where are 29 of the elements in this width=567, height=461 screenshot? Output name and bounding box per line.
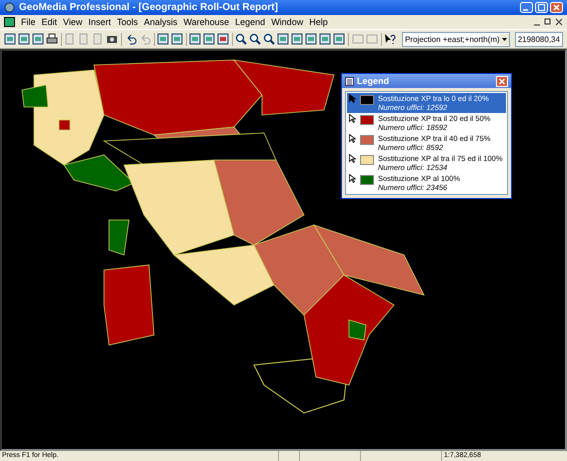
pointer-icon (349, 94, 356, 103)
camera-icon[interactable] (106, 33, 118, 45)
menu-item[interactable]: Edit (42, 17, 58, 27)
menu-item[interactable]: Insert (88, 17, 111, 27)
close-button[interactable] (496, 76, 508, 86)
pointer-icon (349, 114, 356, 123)
menu-item[interactable]: Warehouse (183, 17, 230, 27)
list-icon (345, 76, 354, 86)
pointer-icon (349, 154, 356, 163)
print-icon[interactable] (46, 33, 58, 45)
menu-item[interactable]: File (21, 17, 36, 27)
close-button[interactable] (550, 2, 563, 13)
menu-item[interactable]: Legend (235, 17, 266, 27)
projection-dropdown[interactable]: Projection +east;+north(m) (402, 32, 510, 46)
legend-title: Legend (357, 76, 390, 86)
window-title: GeoMedia Professional - [Geographic Roll-Out Report] (19, 2, 279, 13)
minimize-button[interactable] (520, 2, 533, 13)
menu-item[interactable]: View (63, 17, 82, 27)
help-icon[interactable] (384, 33, 396, 45)
maximize-button[interactable] (535, 2, 548, 13)
coordinate-field[interactable]: 2198080,34 (514, 32, 563, 46)
menu-item[interactable]: Tools (116, 17, 138, 27)
app-logo-icon (4, 2, 15, 13)
pointer-icon (349, 134, 356, 143)
menu-item[interactable]: Window (271, 17, 304, 27)
pointer-icon (349, 174, 356, 183)
menu-item[interactable]: Analysis (144, 17, 178, 27)
menu-item[interactable]: Help (309, 17, 328, 27)
undo-icon[interactable] (124, 33, 137, 45)
